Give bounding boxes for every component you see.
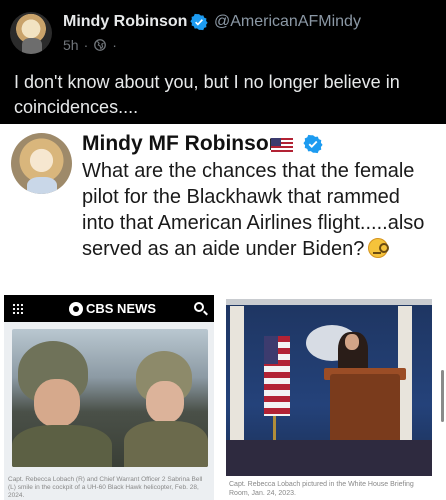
- pilot-right-face: [146, 381, 184, 423]
- monocle-face-emoji-icon: [368, 238, 390, 258]
- post-text: I don't know about you, but I no longer …: [14, 72, 400, 117]
- post-header: Mindy Robinson @AmericanAFMindy 5h · ·: [0, 0, 446, 60]
- white-house-photo-caption: Capt. Rebecca Lobach pictured in the Whi…: [229, 481, 414, 497]
- quoted-author-avatar: [11, 133, 72, 194]
- cbs-eye-icon: [69, 301, 83, 316]
- cbs-news-logo: CBS NEWS: [69, 301, 156, 316]
- cockpit-photo: [12, 329, 208, 467]
- globe-icon: [94, 39, 107, 51]
- scrollbar[interactable]: [441, 370, 444, 422]
- author-handle[interactable]: @AmericanAFMindy: [214, 13, 361, 31]
- cbs-header-bar: CBS NEWS: [4, 295, 214, 322]
- curtain-left: [230, 306, 244, 456]
- briefing-room-floor: [226, 440, 432, 476]
- us-flag: [264, 336, 290, 416]
- pilot-left-body: [12, 425, 112, 467]
- pilot-right-body: [124, 421, 208, 467]
- grid-menu-icon: [12, 303, 23, 314]
- cbs-news-screenshot: CBS NEWS: [4, 295, 214, 500]
- us-flag-emoji-icon: [271, 138, 293, 153]
- pilot-left-face: [34, 379, 80, 427]
- quoted-text: What are the chances that the female pil…: [82, 158, 437, 262]
- quoted-author-name: Mindy MF Robinson: [82, 132, 282, 155]
- post-meta: 5h · ·: [63, 37, 117, 53]
- meta-separator-trailing: ·: [112, 37, 117, 53]
- author-avatar[interactable]: [10, 12, 52, 54]
- quoted-verified-icon: [303, 134, 323, 154]
- verified-icon: [190, 13, 208, 31]
- author-name[interactable]: Mindy Robinson: [63, 13, 187, 31]
- search-icon: [194, 302, 204, 312]
- meta-separator: ·: [83, 37, 89, 53]
- woman-face: [345, 334, 359, 350]
- post-time[interactable]: 5h: [63, 37, 79, 53]
- curtain-right: [398, 306, 412, 456]
- cbs-logo-text: CBS NEWS: [86, 301, 157, 316]
- cbs-photo-caption: Capt. Rebecca Lobach (R) and Chief Warra…: [8, 476, 203, 499]
